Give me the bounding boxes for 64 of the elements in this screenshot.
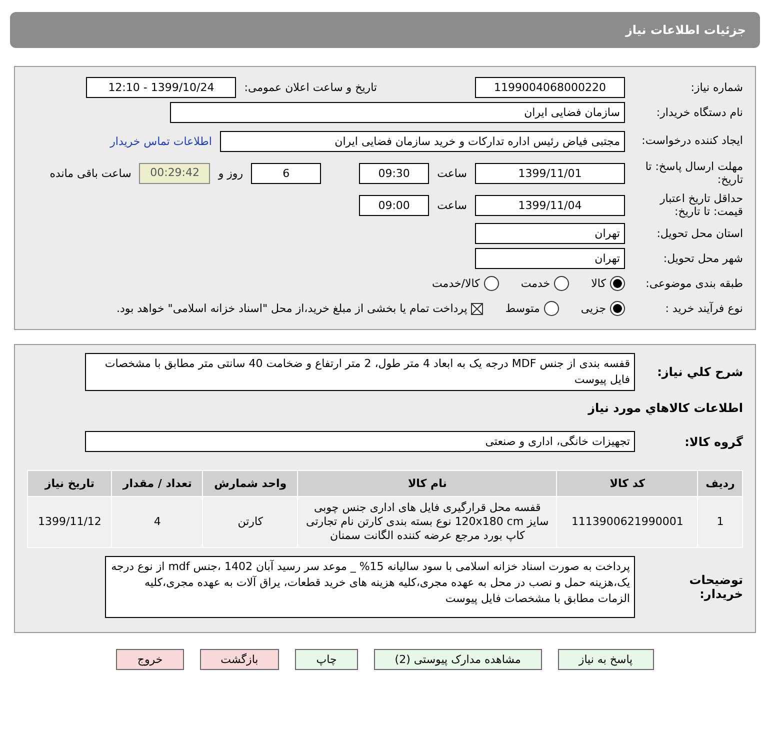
action-button[interactable]: خروج <box>116 649 184 670</box>
field-label: مهلت ارسال پاسخ: تا تاریخ: <box>644 160 743 186</box>
checkbox[interactable] <box>471 302 484 314</box>
checkbox-label: پرداخت تمام یا بخشی از مبلغ خرید،از محل "اسناد خزانه اسلامی" خواهد بود. <box>116 302 468 315</box>
validity-time-field: 09:00 <box>359 194 430 216</box>
radio-label: کالا/خدمت <box>432 277 480 290</box>
field-label: توضیحات خریدار: <box>688 573 743 601</box>
field-label: ساعت باقی مانده <box>50 166 132 180</box>
table-cell: کارتن <box>202 496 298 548</box>
radio-button[interactable] <box>610 301 625 316</box>
radio-label: جزیی <box>580 302 606 315</box>
validity-date-field: 1399/11/04 <box>475 194 625 216</box>
goods-group-field: تجهیزات خانگی، اداری و صنعتی <box>85 431 635 452</box>
column-header: تعداد / مقدار <box>112 470 203 496</box>
column-header: کد کالا <box>556 470 698 496</box>
field-label: شماره نیاز: <box>690 80 743 94</box>
field-label: شرح کلي نياز: <box>656 365 743 379</box>
radio-button[interactable] <box>554 276 570 291</box>
action-button[interactable]: مشاهده مدارک پیوستی (2) <box>374 649 542 670</box>
column-header: ردیف <box>698 470 742 496</box>
radio-button[interactable] <box>484 276 499 291</box>
field-label: ایجاد کننده درخواست: <box>640 134 743 148</box>
buyer-notes-field: پرداخت به صورت اسناد خزانه اسلامی با سود سالیانه 15% _ موعد سر رسید آبان 1402 ،جنس mdf از نوع درجه یک،هزینه حمل و نصب در محل به عهده مجری،کلیه هزینه های خرید قطعات، یراق آلات به عهده مجری،کلیه الزمات مطابق با مشخصات فایل پیوست <box>105 556 635 618</box>
table-cell: 4 <box>112 496 203 548</box>
field-label: ساعت <box>437 166 467 180</box>
need-number-field: 1199004068000220 <box>475 77 625 98</box>
field-label: حداقل تاریخ اعتبار قیمت: تا تاریخ: <box>658 192 743 218</box>
remaining-time-field: 00:29:42 <box>139 162 210 184</box>
section-title: اطلاعات کالاهاي مورد نياز <box>586 401 743 415</box>
radio-button[interactable] <box>610 276 625 291</box>
action-button[interactable]: چاپ <box>295 649 358 670</box>
buyer-org-field: سازمان فضایی ایران <box>170 102 625 123</box>
column-header: تاریخ نیاز <box>28 470 112 496</box>
field-label: استان محل تحویل: <box>656 226 743 240</box>
table-cell: 1399/11/12 <box>28 496 112 548</box>
table-cell: 1 <box>698 496 742 548</box>
action-button[interactable]: بازگشت <box>200 649 280 670</box>
field-label: شهر محل تحویل: <box>662 252 743 266</box>
field-label: ساعت <box>437 198 467 212</box>
table-cell: 1113900621990001 <box>556 496 698 548</box>
radio-button[interactable] <box>544 301 559 316</box>
requester-field: مجتبی فیاض رئیس اداره تدارکات و خرید سازمان فضایی ایران <box>220 130 625 152</box>
deadline-date-field: 1399/11/01 <box>475 162 625 184</box>
radio-label: متوسط <box>505 302 540 315</box>
action-button[interactable]: پاسخ به نیاز <box>558 649 654 670</box>
field-label: روز و <box>218 166 244 180</box>
page-header: جزئیات اطلاعات نیاز <box>10 12 760 48</box>
announce-date-field: 1399/10/24 - 12:10 <box>86 77 236 98</box>
deadline-time-field: 09:30 <box>359 162 430 184</box>
field-label: طبقه بندی موضوعی: <box>644 276 743 290</box>
radio-label: کالا <box>591 277 606 290</box>
field-label: تاریخ و ساعت اعلان عمومی: <box>244 81 377 94</box>
field-label: نام دستگاه خریدار: <box>655 106 743 120</box>
radio-label: خدمت <box>520 277 550 290</box>
contact-info-link[interactable]: اطلاعات تماس خریدار <box>110 134 212 148</box>
city-field: تهران <box>475 248 625 269</box>
province-field: تهران <box>475 223 625 244</box>
table-cell: قفسه محل قرارگیری فایل های اداری جنس چوبی سایز 120x180 cm نوع بسته بندی کارتن نام تجارتی کاپ بورد مرجع عرضه کننده الگانت سمنان <box>298 496 557 548</box>
field-label: گروه کالا: <box>684 434 743 448</box>
field-label: نوع فرآیند خرید : <box>664 302 743 316</box>
description-field: قفسه بندی از جنس MDF درجه یک به ابعاد 4 متر طول، 2 متر ارتفاع و ضخامت 40 سانتی متر مطابق با مشخصات فایل پیوست <box>85 353 635 391</box>
days-field: 6 <box>251 162 322 184</box>
column-header: نام کالا <box>298 470 557 496</box>
column-header: واحد شمارش <box>202 470 298 496</box>
